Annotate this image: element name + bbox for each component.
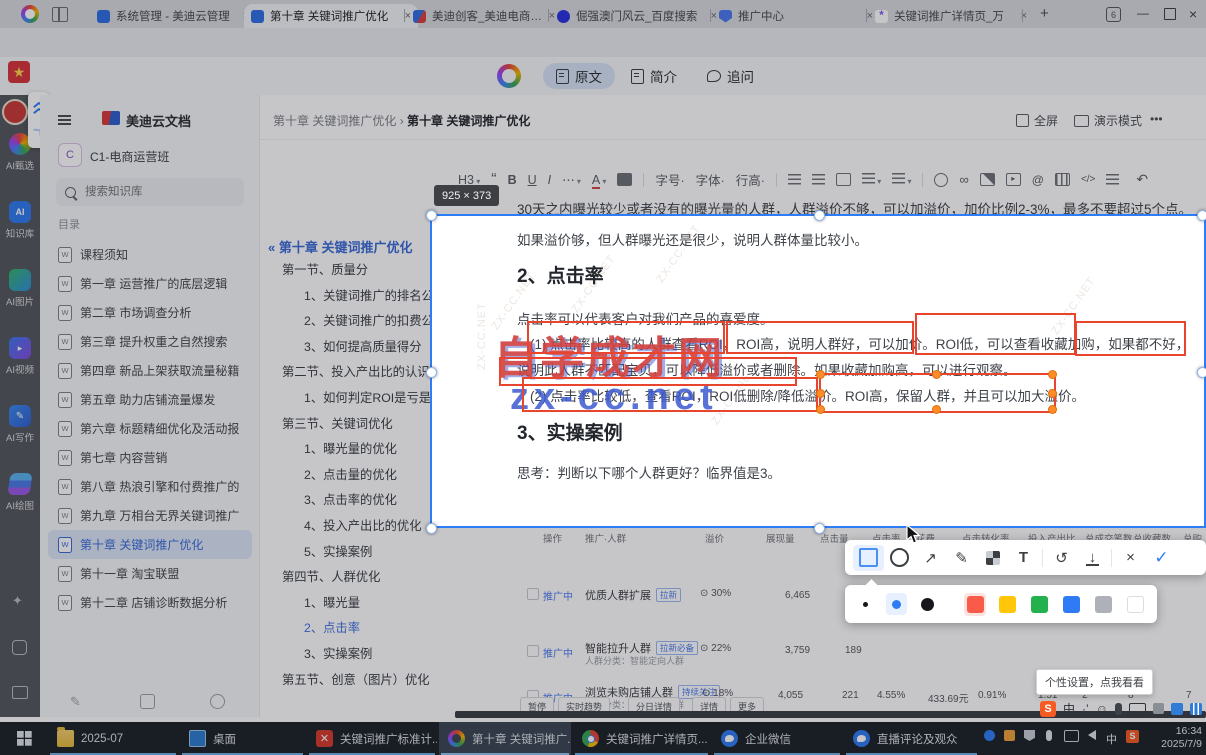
color-white[interactable] xyxy=(1125,593,1147,616)
capture-dim-left xyxy=(0,214,430,528)
ime-mic-icon[interactable] xyxy=(1114,702,1122,715)
cancel-capture-button[interactable]: × xyxy=(1115,545,1146,571)
color-blue[interactable] xyxy=(1061,593,1083,616)
ime-lang-toggle[interactable]: 中 xyxy=(1063,700,1075,717)
screen: 系统管理 - 美迪云管理 × 第十章 关键词推广优化 × 美迪创客_美迪电商_美… xyxy=(0,0,1206,755)
selection-handle-n[interactable] xyxy=(814,210,825,221)
ime-toolbar: S 中 ·’ ☺ xyxy=(1040,698,1202,719)
ime-clipboard-icon[interactable] xyxy=(1170,702,1183,715)
capture-toolbar: ↗ ✎ T ↺ ↓ × ✓ xyxy=(845,540,1206,575)
color-red-selected[interactable] xyxy=(964,592,987,616)
arrow-tool[interactable]: ↗ xyxy=(915,545,946,571)
ime-tool-icon[interactable] xyxy=(1152,703,1164,714)
rectangle-tool[interactable] xyxy=(853,544,884,571)
save-download-tool[interactable]: ↓ xyxy=(1077,545,1108,571)
ime-grid-icon[interactable] xyxy=(1189,702,1202,715)
ime-keyboard-icon[interactable] xyxy=(1128,702,1146,715)
mouse-cursor xyxy=(906,524,921,544)
selection-handle-s[interactable] xyxy=(814,523,825,534)
annotation-handle[interactable] xyxy=(1048,370,1057,379)
annotation-rect-1[interactable] xyxy=(527,321,725,354)
annotation-handle[interactable] xyxy=(816,370,825,379)
ime-punct-toggle[interactable]: ·’ xyxy=(1082,702,1089,716)
undo-tool[interactable]: ↺ xyxy=(1046,545,1077,571)
ime-emoji-icon[interactable]: ☺ xyxy=(1096,702,1108,716)
color-yellow[interactable] xyxy=(996,593,1018,616)
ellipse-tool[interactable] xyxy=(884,545,915,571)
stroke-size-small[interactable] xyxy=(855,593,876,615)
ime-tooltip: 个性设置，点我看看 xyxy=(1036,669,1153,695)
capture-dim-top xyxy=(0,0,1206,214)
annotation-handle[interactable] xyxy=(1048,389,1057,398)
confirm-capture-button[interactable]: ✓ xyxy=(1146,545,1177,571)
selection-handle-e[interactable] xyxy=(1197,367,1206,378)
capture-color-panel xyxy=(845,585,1157,623)
annotation-handle[interactable] xyxy=(932,405,941,414)
selection-size-label: 925 × 373 xyxy=(434,185,500,206)
stroke-size-large[interactable] xyxy=(917,593,938,615)
annotation-rect-3[interactable] xyxy=(915,313,1076,355)
annotation-rect-4[interactable] xyxy=(1075,321,1186,356)
stroke-size-medium-selected[interactable] xyxy=(886,593,908,615)
pen-tool[interactable]: ✎ xyxy=(946,545,977,571)
selection-handle-ne[interactable] xyxy=(1197,210,1206,221)
sogou-logo-icon[interactable]: S xyxy=(1040,700,1056,717)
annotation-handle[interactable] xyxy=(816,405,825,414)
selection-handle-sw[interactable] xyxy=(426,523,437,534)
annotation-rect-2[interactable] xyxy=(726,321,914,354)
mosaic-tool[interactable] xyxy=(977,545,1008,571)
annotation-handle[interactable] xyxy=(816,389,825,398)
color-green[interactable] xyxy=(1028,593,1050,616)
annotation-handle[interactable] xyxy=(932,370,941,379)
annotation-handle[interactable] xyxy=(1048,405,1057,414)
selection-handle-nw[interactable] xyxy=(426,210,437,221)
color-gray[interactable] xyxy=(1093,593,1115,616)
annotation-rect-6[interactable] xyxy=(522,377,818,412)
selection-handle-w[interactable] xyxy=(426,367,437,378)
text-tool[interactable]: T xyxy=(1008,545,1039,571)
